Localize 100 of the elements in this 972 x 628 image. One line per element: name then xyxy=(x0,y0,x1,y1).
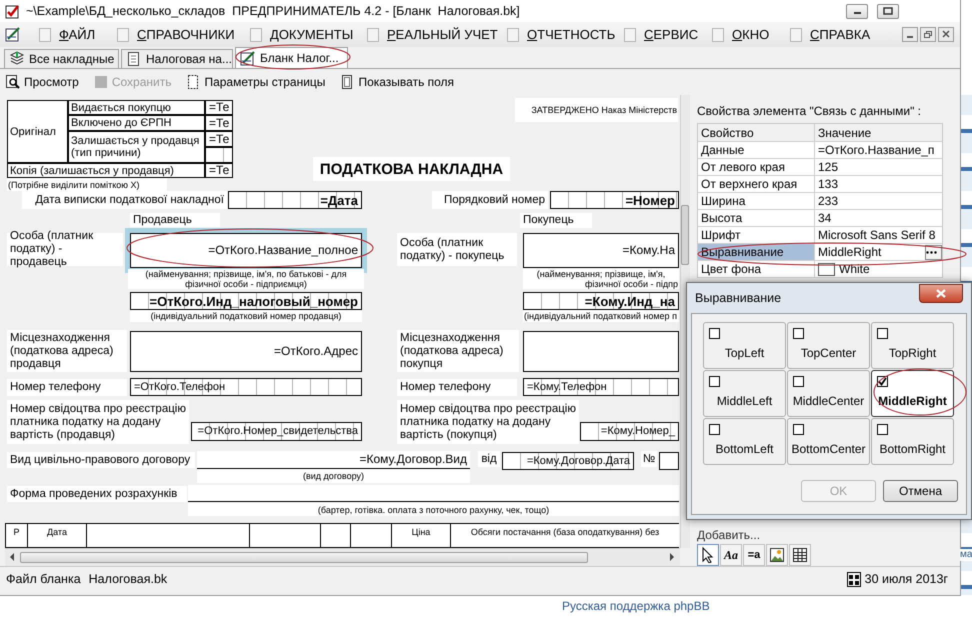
data-field[interactable] xyxy=(205,147,233,163)
alignment-option[interactable]: BottomCenter xyxy=(787,418,870,465)
data-field[interactable] xyxy=(523,331,679,372)
mdi-minimize-button[interactable] xyxy=(902,27,918,42)
data-field[interactable]: =Кому.Договор.Вид xyxy=(197,451,470,469)
form-label: Місцезнаходження (податкова адреса) продавця xyxy=(7,330,127,372)
data-field[interactable] xyxy=(188,485,679,502)
menu-item[interactable]: РЕАЛЬНЫЙ УЧЕТ xyxy=(365,24,505,44)
form-label: Продавець xyxy=(130,213,220,227)
mdi-restore-button[interactable] xyxy=(920,27,936,42)
page-link[interactable]: Русская поддержка phpBB xyxy=(562,599,710,613)
data-field[interactable]: =Кому.На xyxy=(523,233,679,268)
data-field[interactable] xyxy=(659,452,679,470)
restore-icon xyxy=(923,30,933,39)
data-field[interactable]: =Кому.Телефон xyxy=(523,378,679,396)
checkbox[interactable] xyxy=(709,424,720,435)
status-date: 30 июля 2013г xyxy=(864,572,948,586)
data-field[interactable]: =Номер xyxy=(550,191,679,209)
checkbox[interactable] xyxy=(709,376,720,387)
menu-item[interactable]: ДОКУМЕНТЫ xyxy=(248,24,365,44)
form-designer-icon xyxy=(240,50,256,66)
column-header: Значение xyxy=(815,124,942,142)
alignment-option[interactable]: TopCenter xyxy=(787,322,870,369)
tool-button[interactable] xyxy=(766,544,788,566)
table-cell: Залишається у продавця (тип причини) xyxy=(68,131,205,163)
form-label: Номер телефону xyxy=(397,379,517,396)
tool-button[interactable]: =a xyxy=(743,544,765,566)
toolbar-button[interactable]: Просмотр xyxy=(5,74,79,90)
checkbox[interactable] xyxy=(793,424,804,435)
menu-item[interactable]: ОКНО xyxy=(710,24,788,44)
checkbox[interactable] xyxy=(793,376,804,387)
alignment-option[interactable]: MiddleCenter xyxy=(787,370,870,417)
data-field[interactable]: =ОтКого.Адрес xyxy=(130,331,362,372)
hint-text: (індивідуальний податковий номер п xyxy=(523,310,679,322)
form-label: Дата виписки податкової накладної xyxy=(22,191,227,209)
status-label: Файл бланка xyxy=(6,572,81,586)
column-header xyxy=(350,523,391,548)
menu-item[interactable]: СПРАВКА xyxy=(788,24,883,44)
form-label: Вид цивільно-правового договору xyxy=(7,452,195,468)
tab[interactable]: Все накладные xyxy=(4,49,119,68)
menu-item[interactable]: СПРАВОЧНИКИ xyxy=(115,24,248,44)
alignment-option[interactable]: MiddleRight xyxy=(871,370,954,417)
maximize-button[interactable] xyxy=(877,4,899,18)
property-value: MiddleRight xyxy=(818,245,882,259)
toolbar-button[interactable]: Показывать поля xyxy=(339,74,454,90)
checkbox[interactable] xyxy=(877,376,888,387)
checkbox[interactable] xyxy=(709,328,720,339)
table-cell: Видається покупцю xyxy=(68,100,205,115)
hint-text: (найменування; прізвище, ім'я, xyxy=(523,269,679,279)
tab[interactable]: Бланк Налог... xyxy=(235,47,348,68)
dialog-button[interactable]: Отмена xyxy=(883,480,958,502)
alignment-option[interactable]: TopLeft xyxy=(703,322,786,369)
checkbox[interactable] xyxy=(877,424,888,435)
scrollbar-thumb[interactable] xyxy=(20,552,588,563)
menu-item[interactable]: СЕРВИС xyxy=(622,24,710,44)
scrollbar-thumb[interactable] xyxy=(681,205,689,265)
toolbar-button[interactable]: Параметры страницы xyxy=(185,74,326,90)
alignment-option[interactable]: BottomRight xyxy=(871,418,954,465)
form-label: Особа (платник податку) - покупець xyxy=(397,233,517,266)
tool-button[interactable] xyxy=(789,544,811,566)
alignment-option[interactable]: BottomLeft xyxy=(703,418,786,465)
form-label: № xyxy=(641,451,657,467)
data-field[interactable]: =Те xyxy=(205,131,233,147)
data-field[interactable]: =Дата xyxy=(228,191,362,209)
close-button[interactable] xyxy=(919,284,963,302)
tab[interactable]: Налоговая на... xyxy=(121,49,233,68)
mdi-close-button[interactable] xyxy=(938,27,954,42)
data-field[interactable]: =Те xyxy=(205,163,233,178)
data-field[interactable]: =ОтКого.Номер_свидетельства xyxy=(191,422,362,441)
data-field[interactable]: =Кому.Инд_на xyxy=(523,292,679,310)
alignment-option[interactable]: MiddleLeft xyxy=(703,370,786,417)
menu-item[interactable]: ОТЧЕТНОСТЬ xyxy=(505,24,622,44)
dialog-title: Выравнивание xyxy=(695,291,782,305)
table-cell: Оригінал xyxy=(7,100,68,163)
stack-icon xyxy=(9,51,25,67)
tool-button[interactable]: Aa xyxy=(720,544,742,566)
table-cell: Включено до ЄРПН xyxy=(68,115,205,131)
hint-text: фізичної особи - підпр xyxy=(523,279,679,289)
menu-item[interactable]: ФАЙЛ xyxy=(37,24,115,44)
app-icon xyxy=(5,4,20,18)
form-label: Номер телефону xyxy=(7,379,127,396)
column-header: Обсяги постачання (база оподаткування) без xyxy=(450,523,679,548)
ellipsis-button[interactable] xyxy=(925,244,942,260)
data-field[interactable]: =Те xyxy=(205,115,233,131)
property-name[interactable]: Выравнивание xyxy=(698,244,815,261)
checkbox[interactable] xyxy=(877,328,888,339)
data-field[interactable]: =ОтКого.Телефон xyxy=(130,378,362,396)
alignment-option[interactable]: TopRight xyxy=(871,322,954,369)
page-icon xyxy=(365,26,381,42)
data-field[interactable]: =ОтКого.Инд_налоговый_номер xyxy=(130,292,362,310)
form-label: Порядковий номер xyxy=(432,191,548,209)
hint-text: (Потрібне виділити поміткою Х) xyxy=(7,178,167,191)
data-field[interactable]: =Кому.Договор.Дата xyxy=(502,452,634,470)
hint-text: (бартер, готівка. оплата з поточного рахунку, чек, тощо) xyxy=(188,503,679,516)
data-field[interactable]: =Кому.Номер_ xyxy=(580,422,679,441)
checkbox[interactable] xyxy=(793,328,804,339)
data-field[interactable]: =Те xyxy=(205,100,233,115)
minimize-button[interactable] xyxy=(846,4,868,18)
property-value: White xyxy=(839,262,870,276)
tool-button[interactable] xyxy=(697,544,719,566)
